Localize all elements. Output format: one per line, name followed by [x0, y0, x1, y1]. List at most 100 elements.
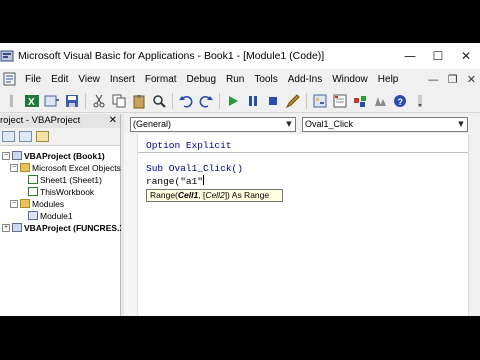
vba-app-icon [0, 50, 14, 62]
toolbar-grip-icon [10, 94, 13, 107]
cut-icon[interactable] [91, 93, 107, 109]
vba-project-icon [12, 151, 22, 160]
procedure-combo[interactable]: Oval1_Click ▼ [302, 116, 468, 132]
view-excel-icon[interactable]: X [24, 93, 40, 109]
tooltip-suffix: ]) As Range [224, 190, 270, 200]
toggle-folders-icon[interactable] [36, 131, 49, 142]
code-margin[interactable] [124, 134, 138, 316]
vertical-scrollbar[interactable] [468, 134, 480, 316]
vbe-window: Microsoft Visual Basic for Applications … [0, 43, 480, 316]
redo-icon[interactable] [198, 93, 214, 109]
insert-userform-icon[interactable] [44, 93, 60, 109]
code-window: (General) ▼ Oval1_Click ▼ Option Explici… [124, 114, 480, 316]
properties-window-icon[interactable] [332, 93, 348, 109]
object-combo[interactable]: (General) ▼ [130, 116, 296, 132]
tree-node-vbaproject-funcres[interactable]: + VBAProject (FUNCRES.X [2, 222, 125, 233]
sheet-icon [28, 175, 38, 184]
close-button[interactable]: ✕ [452, 43, 480, 69]
object-combo-value: (General) [133, 118, 172, 129]
tree-node-label: Sheet1 (Sheet1) [40, 174, 102, 185]
tree-node-label: Microsoft Excel Objects [32, 162, 121, 173]
text-caret [203, 175, 205, 185]
svg-text:X: X [28, 97, 35, 108]
break-icon[interactable] [245, 93, 261, 109]
workbook-icon [28, 187, 38, 196]
menu-tools[interactable]: Tools [249, 74, 282, 85]
chevron-down-icon[interactable]: ▼ [283, 118, 295, 131]
view-code-icon[interactable] [2, 131, 15, 142]
reset-icon[interactable] [265, 93, 281, 109]
tooltip-arg2: Cell2 [205, 190, 225, 200]
folder-icon [20, 199, 30, 208]
menu-help[interactable]: Help [373, 74, 404, 85]
find-icon[interactable] [151, 93, 167, 109]
tree-node-vbaproject-book1[interactable]: − VBAProject (Book1) [2, 150, 105, 161]
intellisense-tooltip: Range(Cell1, [Cell2]) As Range [146, 189, 283, 202]
vba-project-icon [12, 223, 22, 232]
window-title: Microsoft Visual Basic for Applications … [18, 50, 325, 62]
tooltip-prefix: Range( [150, 190, 178, 200]
view-object-icon[interactable] [19, 131, 32, 142]
toolbar-separator [172, 92, 173, 109]
code-line-1: Option Explicit [146, 140, 232, 151]
maximize-button[interactable]: ☐ [424, 43, 452, 69]
project-explorer: roject - VBAProject ✕ − VBAProject (Book… [0, 114, 125, 316]
standard-toolbar: X ? [0, 89, 480, 113]
module-icon [28, 211, 38, 220]
collapse-icon[interactable]: − [10, 199, 18, 208]
menu-format[interactable]: Format [140, 74, 182, 85]
menu-run[interactable]: Run [221, 74, 249, 85]
project-explorer-title-text: roject - VBAProject [0, 115, 81, 126]
minimize-button[interactable]: — [396, 43, 424, 69]
toolbar-separator [306, 92, 307, 109]
mdi-minimize-button[interactable]: — [428, 73, 439, 86]
procedure-separator [138, 152, 480, 153]
undo-icon[interactable] [178, 93, 194, 109]
menu-view[interactable]: View [73, 74, 105, 85]
object-browser-icon[interactable] [352, 93, 368, 109]
toolbox-icon[interactable] [372, 93, 388, 109]
menu-add-ins[interactable]: Add-Ins [283, 74, 327, 85]
help-icon[interactable]: ? [392, 93, 408, 109]
code-combo-row: (General) ▼ Oval1_Click ▼ [124, 114, 480, 134]
toolbar-options-icon[interactable] [412, 93, 428, 109]
tree-node-module1[interactable]: Module1 [28, 210, 73, 221]
mdi-restore-button[interactable]: ❐ [448, 73, 458, 86]
code-line-2: Sub Oval1_Click() [146, 163, 243, 174]
menu-insert[interactable]: Insert [105, 74, 140, 85]
menu-bar: File Edit View Insert Format Debug Run T… [0, 69, 480, 89]
paste-icon[interactable] [131, 93, 147, 109]
project-explorer-icon[interactable] [312, 93, 328, 109]
tree-node-label: VBAProject (FUNCRES.X [24, 222, 126, 233]
module-menu-icon[interactable] [2, 72, 18, 86]
tree-node-thisworkbook[interactable]: ThisWorkbook [28, 186, 94, 197]
menu-debug[interactable]: Debug [182, 74, 221, 85]
menu-edit[interactable]: Edit [46, 74, 73, 85]
expand-icon[interactable]: + [2, 223, 10, 232]
tree-node-label: Modules [32, 198, 65, 209]
project-explorer-close-button[interactable]: ✕ [109, 114, 117, 128]
tree-node-label: Module1 [40, 210, 73, 221]
run-icon[interactable] [225, 93, 241, 109]
toolbar-separator [85, 92, 86, 109]
menu-file[interactable]: File [20, 74, 46, 85]
svg-text:?: ? [398, 97, 404, 107]
copy-icon[interactable] [111, 93, 127, 109]
collapse-icon[interactable]: − [2, 151, 10, 160]
tooltip-arg1: Cell1 [177, 190, 199, 200]
title-bar: Microsoft Visual Basic for Applications … [0, 43, 480, 69]
code-editor[interactable]: Option Explicit Sub Oval1_Click() range(… [124, 134, 480, 316]
tree-node-modules[interactable]: − Modules [10, 198, 64, 209]
menu-window[interactable]: Window [327, 74, 373, 85]
design-mode-icon[interactable] [285, 93, 301, 109]
tree-node-excel-objects[interactable]: − Microsoft Excel Objects [10, 162, 121, 173]
code-line-3-text: range("a1" [146, 176, 204, 187]
tree-node-label: ThisWorkbook [40, 186, 95, 197]
collapse-icon[interactable]: − [10, 163, 18, 172]
project-explorer-toolbar [0, 128, 120, 146]
save-icon[interactable] [64, 93, 80, 109]
mdi-close-button[interactable]: ✕ [467, 73, 476, 86]
tree-node-sheet1[interactable]: Sheet1 (Sheet1) [28, 174, 102, 185]
chevron-down-icon[interactable]: ▼ [455, 118, 467, 131]
tree-node-label: VBAProject (Book1) [24, 150, 105, 161]
